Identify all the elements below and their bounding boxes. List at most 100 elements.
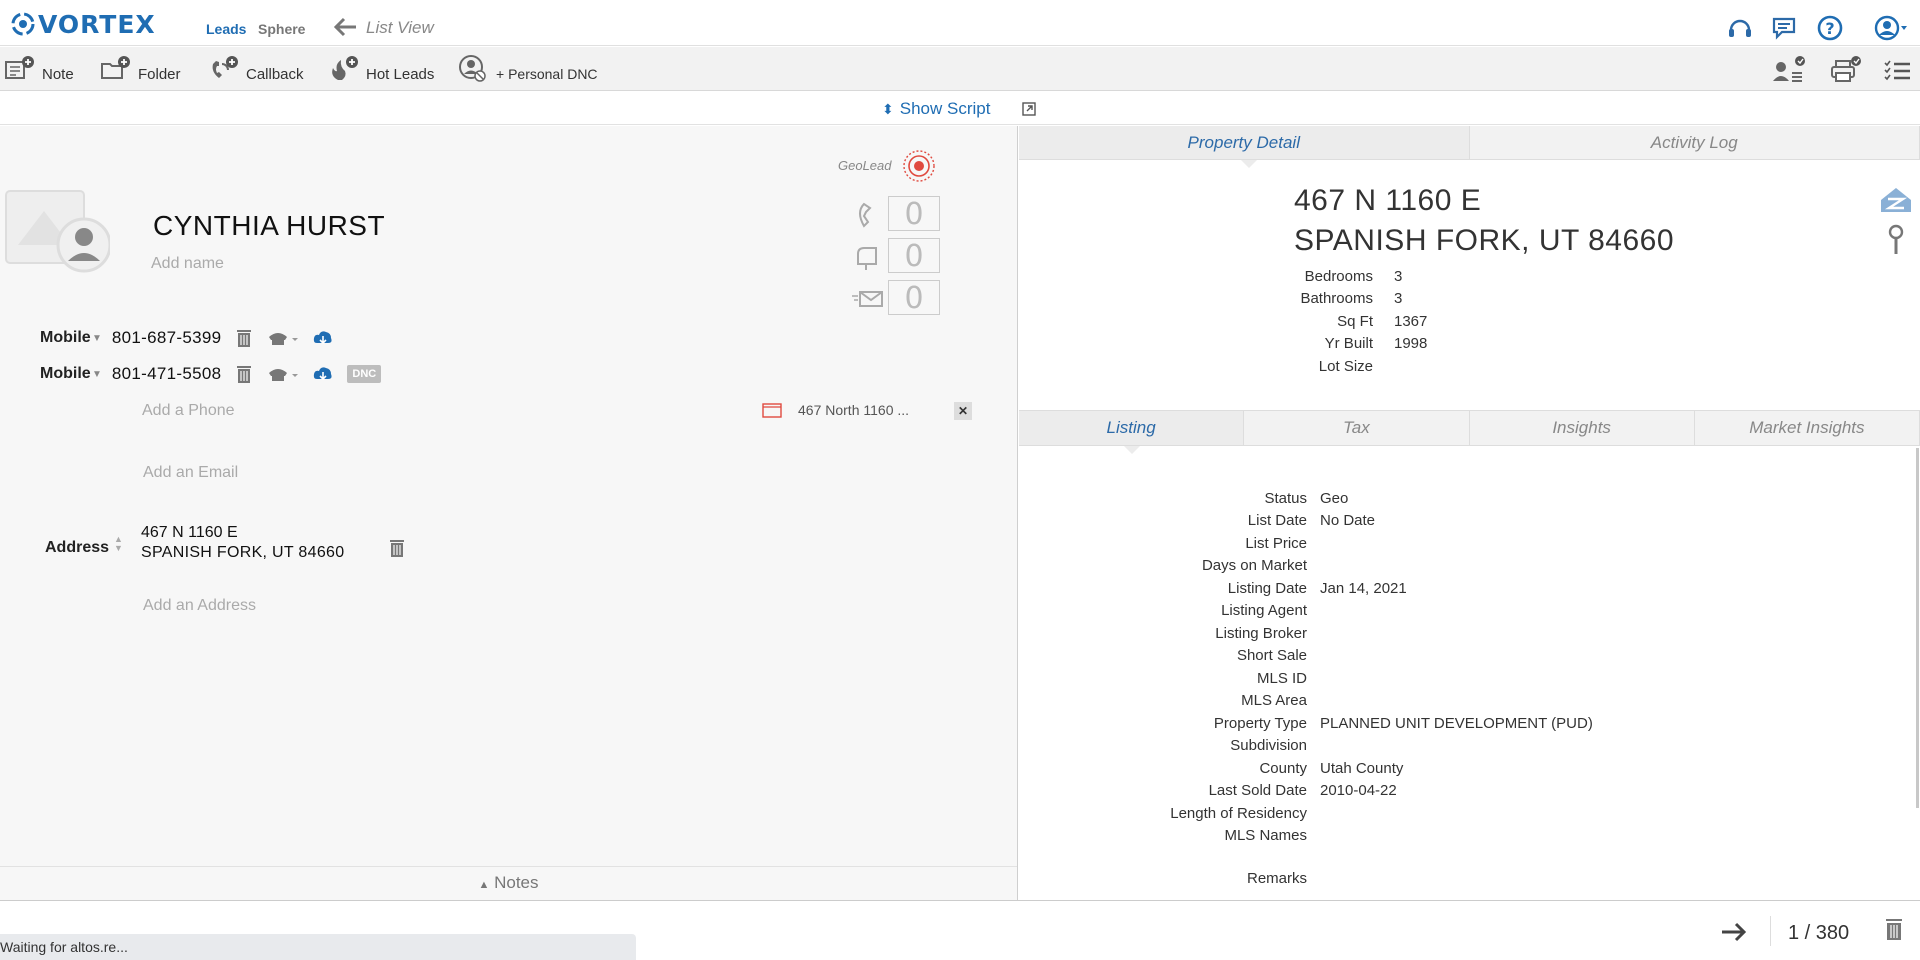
listing-row: MLS ID [1019, 670, 1899, 692]
add-address-field[interactable]: Add an Address [143, 597, 256, 615]
dial-phone-icon[interactable] [267, 329, 299, 347]
active-tab-pointer [1241, 160, 1257, 168]
trash-icon[interactable] [235, 364, 253, 384]
listing-key: County [1259, 760, 1307, 777]
listing-key: Subdivision [1230, 737, 1307, 754]
print-icon[interactable] [1826, 55, 1866, 85]
listing-key: List Price [1245, 535, 1307, 552]
address-chip[interactable]: 467 North 1160 ... ✕ [762, 400, 976, 422]
detail-key: Lot Size [1318, 358, 1373, 375]
list-view-link[interactable]: List View [366, 18, 434, 38]
listing-value: Jan 14, 2021 [1320, 580, 1407, 597]
browser-status-bar: Waiting for altos.re... [0, 934, 636, 960]
detail-key: Bedrooms [1304, 268, 1373, 285]
tab-listing[interactable]: Listing [1019, 411, 1245, 445]
address-chip-text: 467 North 1160 ... [798, 402, 910, 418]
tab-market-insights[interactable]: Market Insights [1695, 411, 1920, 445]
folder-button[interactable]: Folder [100, 53, 181, 85]
listing-row: Subdivision [1019, 737, 1899, 759]
assign-users-icon[interactable] [1770, 55, 1810, 85]
popout-icon[interactable] [1022, 102, 1036, 116]
listing-tabs: Listing Tax Insights Market Insights [1019, 410, 1920, 446]
listing-value: Utah County [1320, 760, 1404, 777]
listing-row: Listing Broker [1019, 625, 1899, 647]
pager-count: 1 / 380 [1788, 922, 1850, 944]
listing-row: Status Geo [1019, 490, 1899, 512]
phone-number[interactable]: 801-687-5399 [112, 328, 221, 348]
close-icon[interactable]: ✕ [954, 402, 972, 420]
chat-icon[interactable] [1770, 14, 1798, 42]
listing-row: Last Sold Date 2010-04-22 [1019, 782, 1899, 804]
address-line1[interactable]: 467 N 1160 E [141, 524, 238, 542]
listing-row: Length of Residency [1019, 805, 1899, 827]
cloud-sync-icon[interactable] [313, 329, 333, 347]
trash-icon[interactable] [388, 538, 406, 558]
contact-name[interactable]: CYNTHIA HURST [153, 210, 385, 242]
layout-list-icon[interactable] [1880, 55, 1920, 85]
next-arrow-icon[interactable] [1720, 921, 1748, 943]
add-email-field[interactable]: Add an Email [143, 464, 238, 482]
envelope-icon [852, 291, 883, 307]
personal-dnc-label: + Personal DNC [496, 66, 598, 82]
listing-row: List Price [1019, 535, 1899, 557]
tab-insights[interactable]: Insights [1470, 411, 1695, 445]
notes-toggle[interactable]: ▲ Notes [0, 866, 1017, 900]
dial-phone-icon[interactable] [267, 365, 299, 383]
nav-tab-sphere[interactable]: Sphere [258, 21, 305, 37]
address-line2[interactable]: SPANISH FORK, UT 84660 [141, 544, 344, 562]
listing-row: County Utah County [1019, 760, 1899, 782]
note-button[interactable]: Note [4, 53, 74, 85]
mail-counter: 0 [852, 238, 942, 274]
hot-leads-button[interactable]: Hot Leads [328, 53, 434, 85]
detail-value: 3 [1394, 290, 1403, 307]
detail-key: Sq Ft [1337, 313, 1373, 330]
tab-activity-log[interactable]: Activity Log [1470, 126, 1920, 159]
nav-tab-leads[interactable]: Leads [206, 21, 246, 37]
detail-value: 1367 [1394, 313, 1428, 330]
phone-type[interactable]: Mobile [40, 329, 92, 347]
chevron-down-icon[interactable]: ▼ [92, 369, 102, 380]
listing-scrollbar[interactable] [1916, 448, 1919, 808]
back-arrow-icon[interactable] [332, 16, 358, 38]
trash-icon[interactable] [235, 328, 253, 348]
personal-dnc-button[interactable]: + Personal DNC [458, 53, 598, 85]
help-icon[interactable]: ? [1816, 14, 1844, 42]
contact-avatar[interactable] [4, 189, 110, 279]
chevron-down-icon[interactable]: ▼ [92, 333, 102, 344]
chevron-up-icon: ▲ [478, 879, 490, 891]
vortex-logo[interactable]: VORTEX [10, 9, 156, 39]
listing-row: MLS Area [1019, 692, 1899, 714]
property-detail-row: Yr Built 1998 [1249, 335, 1549, 357]
vortex-swirl-icon [11, 12, 35, 36]
trash-icon[interactable] [1884, 917, 1904, 941]
property-panel: Property Detail Activity Log 467 N 1160 … [1019, 126, 1920, 900]
headset-icon[interactable] [1726, 14, 1754, 42]
logo-text: VORTEX [38, 9, 156, 39]
listing-key: Listing Broker [1215, 625, 1307, 642]
zillow-icon[interactable] [1879, 186, 1913, 214]
listing-row: MLS Names [1019, 827, 1899, 849]
top-header: VORTEX Leads Sphere List View ? [0, 0, 1920, 46]
sort-arrows-icon[interactable]: ▲ ▼ [114, 535, 123, 553]
user-menu-icon[interactable] [1874, 14, 1908, 42]
listing-value: 2010-04-22 [1320, 782, 1397, 799]
phone-number[interactable]: 801-471-5508 [112, 364, 221, 384]
phone-type[interactable]: Mobile [40, 365, 92, 383]
add-phone-field[interactable]: Add a Phone [142, 402, 235, 420]
property-address-line2: SPANISH FORK, UT 84660 [1294, 224, 1675, 257]
address-label: Address [45, 539, 110, 556]
tab-tax[interactable]: Tax [1244, 411, 1470, 445]
listing-value: No Date [1320, 512, 1376, 529]
detail-key: Yr Built [1324, 335, 1373, 352]
cloud-sync-icon[interactable] [313, 365, 333, 383]
phone-row: Mobile ▼ 801-471-5508 DNC [40, 362, 382, 386]
property-detail-row: Bathrooms 3 [1249, 290, 1549, 312]
tab-property-detail[interactable]: Property Detail [1019, 126, 1470, 159]
personal-dnc-icon [459, 55, 486, 82]
show-script-toggle[interactable]: ⬍ Show Script [882, 99, 990, 119]
listing-key: List Date [1247, 512, 1307, 529]
map-pin-icon[interactable] [1888, 224, 1904, 256]
detail-value: 1998 [1394, 335, 1428, 352]
add-name-field[interactable]: Add name [151, 255, 224, 273]
callback-button[interactable]: Callback [208, 53, 304, 85]
